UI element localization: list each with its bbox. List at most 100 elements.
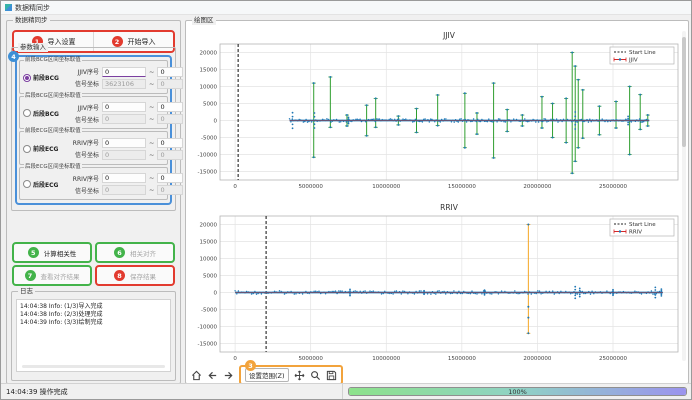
radio-front-bcg[interactable]: 前段BCG [23, 73, 67, 82]
front-bcg-signal-end-input [157, 79, 183, 89]
step-badge-7: 7 [25, 270, 36, 281]
step-badge-2: 2 [112, 36, 123, 47]
back-bcg-jjiv-end-input[interactable] [157, 102, 183, 112]
step-badge-5: 5 [28, 247, 39, 258]
tilde: ~ [149, 174, 154, 182]
svg-text:20000: 20000 [200, 223, 218, 229]
radio-icon[interactable] [23, 74, 31, 82]
tilde: ~ [149, 139, 154, 147]
plot-vertical-scrollbar[interactable] [682, 31, 686, 361]
front-ecg-signal-start-input [102, 150, 146, 160]
radio-icon[interactable] [23, 109, 31, 117]
sync-group-title: 数据精同步 [13, 16, 50, 25]
radio-back-bcg[interactable]: 后段BCG [23, 109, 67, 118]
tilde: ~ [149, 186, 154, 194]
back-ecg-rriv-end-input[interactable] [157, 173, 183, 183]
radio-icon[interactable] [23, 145, 31, 153]
svg-text:25000000: 25000000 [599, 184, 627, 190]
front-bcg-signal-start-input [102, 79, 146, 89]
svg-text:Start Line: Start Line [629, 222, 656, 228]
svg-text:25000000: 25000000 [599, 356, 627, 362]
tilde: ~ [149, 151, 154, 159]
svg-text:15000000: 15000000 [448, 356, 476, 362]
step-badge-3: 3 [245, 360, 256, 371]
front-ecg-signal-end-input [157, 150, 183, 160]
svg-text:JJIV: JJIV [442, 31, 456, 40]
param-section-front-bcg: 前段BCG区间坐标取值 前段BCG JJIV序号 ~ [19, 60, 168, 94]
svg-text:20000000: 20000000 [523, 184, 551, 190]
compute-correlation-button[interactable]: 5 计算相关性 [12, 242, 92, 263]
svg-text:RRIV: RRIV [629, 230, 642, 236]
progress-value: 100% [349, 388, 686, 395]
home-icon[interactable] [191, 370, 202, 381]
svg-text:10000000: 10000000 [372, 356, 400, 362]
statusbar: 14:04:39 操作完成 100% [1, 383, 691, 399]
svg-text:15000: 15000 [200, 68, 218, 74]
svg-text:20000: 20000 [200, 51, 218, 57]
param-section-front-ecg: 前段ECG区间坐标取值 前段ECG RRIV序号 ~ [19, 131, 168, 165]
front-ecg-rriv-end-input[interactable] [157, 138, 183, 148]
back-arrow-icon[interactable] [207, 370, 218, 381]
app-icon [5, 4, 12, 11]
svg-text:10000000: 10000000 [372, 184, 400, 190]
app-window: 数据精同步 数据精同步 1 导入设置 2 开始导入 参数输入 4 前段BCG区间… [0, 0, 692, 400]
save-result-button[interactable]: 8 保存结果 [95, 265, 175, 286]
plot-area-group: 绘图区 20000150001000050000-5000-10000-1500… [185, 20, 689, 384]
tilde: ~ [149, 103, 154, 111]
svg-text:-15000: -15000 [198, 170, 218, 176]
param-section-back-bcg: 后段BCG区间坐标取值 后段BCG JJIV序号 ~ [19, 96, 168, 130]
log-entry: 14:04:39 Info: (3/3)绘制完成 [20, 319, 167, 327]
action-buttons: 5 计算相关性 6 相关对齐 7 查看对齐结果 8 保存结果 [12, 242, 175, 286]
svg-text:-5000: -5000 [201, 308, 217, 314]
svg-text:10000: 10000 [200, 257, 218, 263]
back-bcg-jjiv-start-input[interactable] [102, 102, 146, 112]
zoom-icon[interactable] [310, 370, 321, 381]
svg-text:Start Line: Start Line [629, 50, 656, 56]
step-badge-6: 6 [114, 247, 125, 258]
titlebar: 数据精同步 [1, 1, 691, 15]
params-highlight-box: 4 前段BCG区间坐标取值 前段BCG JJIV序号 ~ [15, 55, 172, 205]
radio-back-ecg[interactable]: 后段ECG [23, 180, 67, 189]
progress-bar: 100% [348, 387, 687, 396]
back-bcg-signal-start-input [102, 114, 146, 124]
log-textarea[interactable]: 14:04:38 Info: (1/3)导入完成 14:04:38 Info: … [16, 299, 171, 372]
save-icon[interactable] [326, 370, 337, 381]
svg-text:5000: 5000 [203, 274, 217, 280]
svg-text:-10000: -10000 [198, 325, 218, 331]
pan-icon[interactable] [294, 370, 305, 381]
view-align-result-button[interactable]: 7 查看对齐结果 [12, 265, 92, 286]
forward-arrow-icon[interactable] [223, 370, 234, 381]
front-ecg-rriv-start-input[interactable] [102, 138, 146, 148]
front-bcg-jjiv-end-input[interactable] [157, 67, 183, 77]
log-entry: 14:04:38 Info: (2/3)处理完成 [20, 311, 167, 319]
svg-text:5000000: 5000000 [298, 184, 323, 190]
correlation-align-button[interactable]: 6 相关对齐 [95, 242, 175, 263]
step-badge-8: 8 [114, 270, 125, 281]
plot-toolbar: 3 设置范围(Z) [191, 367, 343, 383]
rriv-chart: 20000150001000050000-5000-10000-15000050… [190, 200, 684, 364]
log-horizontal-scrollbar[interactable] [22, 365, 165, 368]
start-import-label: 开始导入 [128, 37, 156, 47]
params-group: 参数输入 4 前段BCG区间坐标取值 前段BCG JJIV序号 [11, 47, 176, 211]
svg-text:0: 0 [214, 291, 218, 297]
svg-text:0: 0 [233, 184, 237, 190]
svg-text:5000000: 5000000 [298, 356, 323, 362]
sync-group: 数据精同步 1 导入设置 2 开始导入 参数输入 4 前段BCG区间坐标取值 [6, 20, 181, 384]
highlighted-toolbar-section: 3 设置范围(Z) [239, 365, 343, 385]
tilde: ~ [149, 68, 154, 76]
svg-text:10000: 10000 [200, 85, 218, 91]
svg-text:-10000: -10000 [198, 153, 218, 159]
radio-icon[interactable] [23, 180, 31, 188]
svg-text:-15000: -15000 [198, 342, 218, 348]
back-ecg-rriv-start-input[interactable] [102, 173, 146, 183]
log-group-title: 日志 [18, 287, 35, 296]
plot-area-title: 绘图区 [192, 16, 216, 25]
tilde: ~ [149, 80, 154, 88]
param-section-back-ecg: 后段ECG区间坐标取值 后段ECG RRIV序号 ~ [19, 167, 168, 201]
svg-text:15000000: 15000000 [448, 184, 476, 190]
back-ecg-signal-start-input [102, 185, 146, 195]
front-bcg-jjiv-start-input[interactable] [102, 67, 146, 77]
import-settings-label: 导入设置 [48, 37, 76, 47]
scrollbar-thumb[interactable] [682, 37, 686, 147]
radio-front-ecg[interactable]: 前段ECG [23, 144, 67, 153]
